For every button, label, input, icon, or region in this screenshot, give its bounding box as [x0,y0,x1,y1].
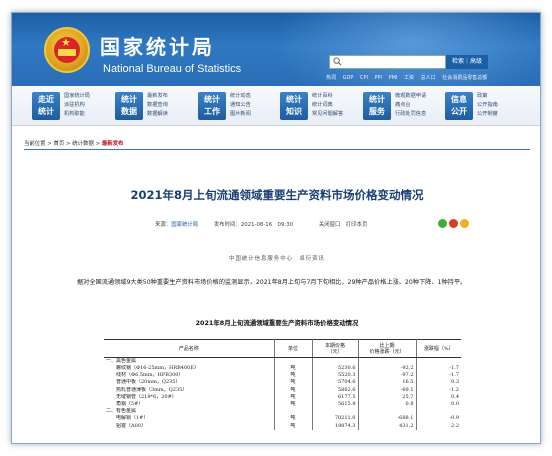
search-button[interactable]: 检索｜高级 [446,55,488,69]
table-row: 一、黑色金属 [104,357,461,365]
nav-link[interactable]: 最新发布 [147,92,168,101]
table-header-row: 产品名称 单位 本期价格 （元） 比上期 价格涨跌（元） 涨跌幅（%） [104,339,461,358]
nav-link[interactable]: 数据查询 [147,101,168,110]
col-header-price: 本期价格 （元） [312,339,359,358]
nav-badge-knowledge[interactable]: 统计 知识 [280,92,308,120]
hot-word-label: 热词 [326,75,337,81]
hot-word-link[interactable]: 工资 [404,75,414,81]
col-header-change: 比上期 价格涨跌（元） [358,339,417,358]
article-paragraph: 据对全国流通领域9大类50种重要生产资料市场价格的监测显示，2021年8月上旬与… [77,279,467,286]
nav-link[interactable]: 公开制度 [477,110,498,119]
col-header-product: 产品名称 [104,339,275,358]
browser-frame: ★ 国家统计局 National Bureau of Statistics 检索… [11,12,541,444]
table-title: 2021年8月上旬流通领域重要生产资料市场价格变动情况 [195,319,359,327]
main-nav: 走近 统计 国家统计局 派驻机构 机构职能 统计 数据 最新发布 数据查询 数据解读… [12,86,540,126]
hot-word-link[interactable]: PMI [389,75,398,81]
nav-badge-service[interactable]: 统计 服务 [363,92,391,120]
nav-link[interactable]: 统计词典 [312,101,343,110]
national-emblem-icon[interactable]: ★ [44,27,90,73]
favorite-star-icon[interactable] [460,219,469,228]
nav-link[interactable]: 公开指南 [477,101,498,110]
wechat-share-icon[interactable] [438,219,447,228]
table-row: 无缝钢管（219*6，20#）吨 6177.5 25.7 0.4 [104,393,461,401]
page-actions[interactable]: 关闭窗口 打印本页 [319,222,368,228]
nav-link[interactable]: 政策 [477,92,498,101]
col-header-pct: 涨跌幅（%） [416,339,461,358]
nav-link[interactable]: 通知公告 [230,101,251,110]
price-table: 产品名称 单位 本期价格 （元） 比上期 价格涨跌（元） 涨跌幅（%） 一、黑色… [104,339,461,430]
nav-link[interactable]: 图片新闻 [230,110,251,119]
breadcrumb-label: 当前位置 [24,141,46,147]
search-input[interactable] [329,55,446,69]
nav-link[interactable]: 痛点台 [395,101,426,110]
weibo-share-icon[interactable] [449,219,458,228]
breadcrumb-item[interactable]: 首页 [54,141,65,147]
nav-badge-work[interactable]: 统计 工作 [198,92,226,120]
nav-link[interactable]: 统计百科 [312,92,343,101]
share-bar [438,219,471,229]
publish-time: 发布时间：2021-08-16 09:30 [213,222,294,228]
nav-link[interactable]: 行政处罚信息 [395,110,426,119]
hot-word-link[interactable]: PPI [375,75,383,81]
search-icon [333,57,342,66]
col-header-unit: 单位 [274,339,313,358]
nav-link[interactable]: 国家统计局 [64,92,90,101]
nav-link[interactable]: 机构职能 [64,110,90,119]
table-row: 普通中板（20mm，Q235）吨 5704.6 16.5 0.3 [104,379,461,387]
article-meta: 来源：国家统计局 发布时间：2021-08-16 09:30 关闭窗口 打印本页 [155,221,367,229]
nav-badge-about[interactable]: 走近 统计 [32,92,60,120]
nav-link[interactable]: 微观数据申请 [395,92,426,101]
hot-word-link[interactable]: 总人口 [421,75,436,81]
table-row: 电解铜（1#）吨 70211.0 -688.1 -0.9 [104,415,461,423]
table-row: 二、有色金属 [104,408,461,416]
breadcrumb: 当前位置 > 首页 > 统计数据 > 最新发布 [24,141,124,147]
hot-word-link[interactable]: GDP [343,75,354,81]
article-title: 2021年8月上旬流通领域重要生产资料市场价格变动情况 [130,188,424,202]
nav-link[interactable]: 常见问题解答 [312,110,343,119]
table-row: 螺纹钢（Φ16-25mm，HRB400E）吨 5230.6 -92.2 -1.7 [104,365,461,373]
nav-link[interactable]: 统计动态 [230,92,251,101]
nav-badge-data[interactable]: 统计 数据 [115,92,143,120]
site-title-cn[interactable]: 国家统计局 [100,37,215,57]
nav-badge-disclosure[interactable]: 信息 公开 [445,92,473,120]
table-row: 角钢（5#）吨 5615.8 0.8 0.0 [104,400,461,409]
table-row: 线材（Φ6.5mm，HPB300）吨 5520.3 -97.2 -1.7 [104,372,461,380]
hot-words-bar: 热词 GDP CPI PPI PMI 工资 总人口 社会消费品零售总额 [326,74,492,82]
source-label: 来源： [155,222,172,228]
nav-link[interactable]: 派驻机构 [64,101,90,110]
table-row: 热轧普通薄板（3mm，Q235）吨 5862.6 -69.1 -1.2 [104,386,461,394]
source-link[interactable]: 国家统计局 [171,222,198,228]
breadcrumb-divider [24,149,530,150]
breadcrumb-item[interactable]: 统计数据 [72,141,94,147]
site-header: ★ 国家统计局 National Bureau of Statistics 检索… [12,13,540,86]
nav-link[interactable]: 数据解读 [147,110,168,119]
hot-word-link[interactable]: 社会消费品零售总额 [442,75,487,81]
table-row: 铝锭（A00）吨 19874.3 431.2 2.2 [104,422,461,430]
site-title-en: National Bureau of Statistics [103,63,242,75]
breadcrumb-current[interactable]: 最新发布 [102,141,124,147]
article-byline: 中国统计信息服务中心 卓衍资讯 [229,256,325,262]
hot-word-link[interactable]: CPI [360,75,368,81]
